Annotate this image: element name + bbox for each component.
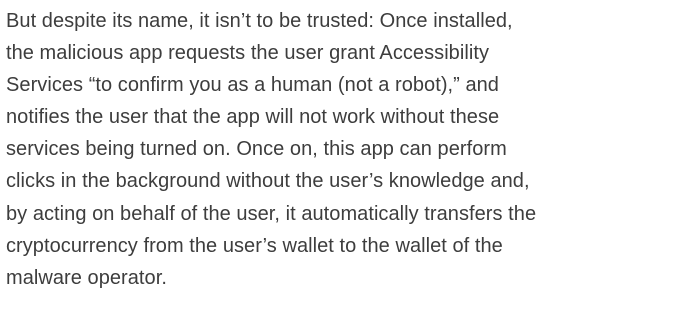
paragraph-line: the malicious app requests the user gran… bbox=[6, 42, 489, 65]
paragraph-line: by acting on behalf of the user, it auto… bbox=[6, 202, 537, 225]
paragraph-line: Services “to confirm you as a human (not… bbox=[6, 74, 499, 97]
paragraph-line: cryptocurrency from the user’s wallet to… bbox=[6, 234, 503, 257]
article-body: But despite its name, it isn’t to be tru… bbox=[6, 5, 678, 294]
paragraph-line: notifies the user that the app will not … bbox=[6, 106, 500, 129]
paragraph-line: clicks in the background without the use… bbox=[6, 170, 530, 193]
paragraph-line: services being turned on. Once on, this … bbox=[6, 138, 507, 161]
paragraph-line: But despite its name, it isn’t to be tru… bbox=[6, 10, 513, 32]
paragraph-line: malware operator. bbox=[6, 266, 167, 289]
article-paragraph: But despite its name, it isn’t to be tru… bbox=[6, 5, 678, 294]
